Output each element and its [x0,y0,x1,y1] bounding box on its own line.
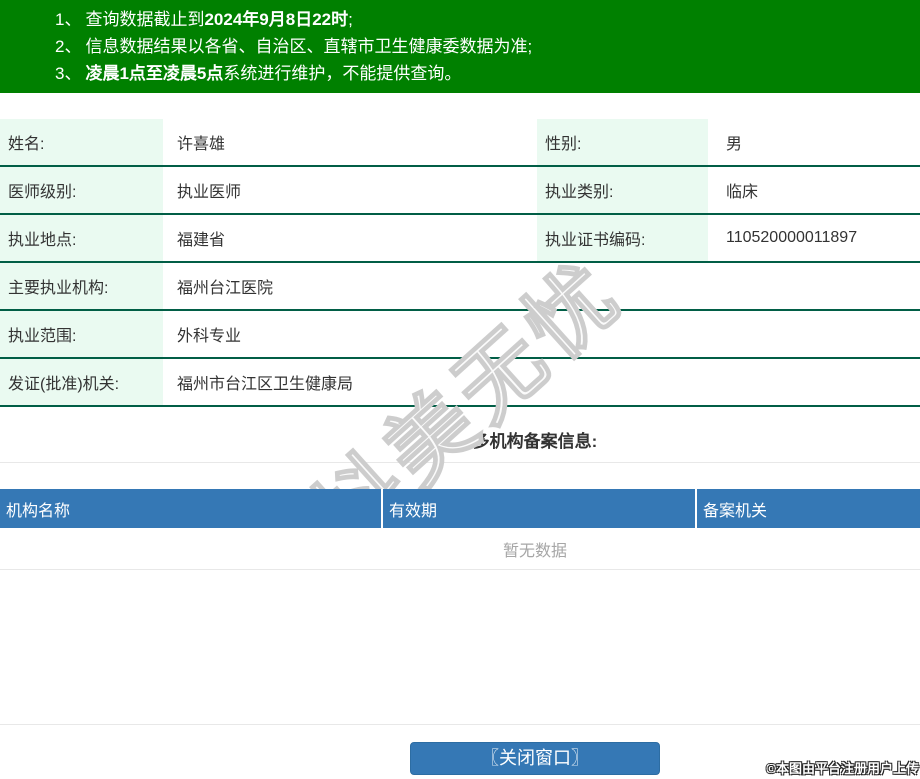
notice-line-2: 2、 信息数据结果以各省、自治区、直辖市卫生健康委数据为准; [55,33,920,60]
table-row: 发证(批准)机关: 福州市台江区卫生健康局 [0,358,920,407]
notice-text-bold: 凌晨1点至凌晨5点 [85,64,224,83]
field-label-practice-category: 执业类别: [537,166,708,215]
notice-text: 系统进行维护，不能提供查询。 [223,64,462,83]
close-window-button[interactable]: 〖关闭窗口〗 [410,742,660,775]
result-panel: 姓名: 许喜雄 性别: 男 医师级别: 执业医师 执业类别: 临床 执业地点: … [0,119,920,775]
notice-text-bold: 2024年9月8日22时 [204,10,349,29]
field-value-practice-scope: 外科专业 [163,310,920,359]
multi-org-registry-table: 机构名称 有效期 备案机关 暂无数据 [0,489,920,570]
table-row: 执业范围: 外科专业 [0,310,920,359]
field-label-gender: 性别: [537,119,708,167]
notice-number: 1、 [55,10,82,29]
notice-number: 3、 [55,64,82,83]
notice-number: 2、 [55,37,82,56]
field-value-doctor-level: 执业医师 [163,166,537,215]
field-value-gender: 男 [708,119,920,167]
field-label-name: 姓名: [0,119,163,167]
field-value-issuing-authority: 福州市台江区卫生健康局 [163,358,920,407]
copyright-stamp: ©本图由平台注册用户上传 [766,761,919,776]
notice-text: ; [348,10,353,29]
notice-banner: 1、 查询数据截止到2024年9月8日22时; 2、 信息数据结果以各省、自治区、直… [0,0,920,93]
column-header-institution-name: 机构名称 [0,489,382,528]
column-header-validity-period: 有效期 [381,489,696,528]
field-label-practice-location: 执业地点: [0,214,163,263]
field-label-practice-scope: 执业范围: [0,310,163,359]
empty-data-text: 暂无数据 [0,528,920,570]
field-value-name: 许喜雄 [163,119,537,167]
notice-text: 查询数据截止到 [85,10,205,29]
field-value-practice-category: 临床 [708,166,920,215]
registry-empty-row: 暂无数据 [0,528,920,570]
field-value-certificate-number: 110520000011897 [708,214,920,263]
registry-header-row: 机构名称 有效期 备案机关 [0,489,920,528]
field-label-main-institution: 主要执业机构: [0,262,163,311]
field-value-practice-location: 福建省 [163,214,537,263]
field-label-certificate-number: 执业证书编码: [537,214,708,263]
table-row: 主要执业机构: 福州台江医院 [0,262,920,311]
table-row: 执业地点: 福建省 执业证书编码: 110520000011897 [0,214,920,263]
table-row: 姓名: 许喜雄 性别: 男 [0,119,920,167]
field-label-doctor-level: 医师级别: [0,166,163,215]
table-row: 医师级别: 执业医师 执业类别: 临床 [0,166,920,215]
column-header-filing-authority: 备案机关 [695,489,920,528]
notice-line-1: 1、 查询数据截止到2024年9月8日22时; [55,6,920,33]
notice-text: 信息数据结果以各省、自治区、直辖市卫生健康委数据为准; [85,37,533,56]
notice-line-3: 3、 凌晨1点至凌晨5点系统进行维护，不能提供查询。 [55,60,920,87]
physician-detail-table: 姓名: 许喜雄 性别: 男 医师级别: 执业医师 执业类别: 临床 执业地点: … [0,119,920,407]
field-value-main-institution: 福州台江医院 [163,262,920,311]
multi-org-section-title: 多机构备案信息: [0,407,920,463]
field-label-issuing-authority: 发证(批准)机关: [0,358,163,407]
